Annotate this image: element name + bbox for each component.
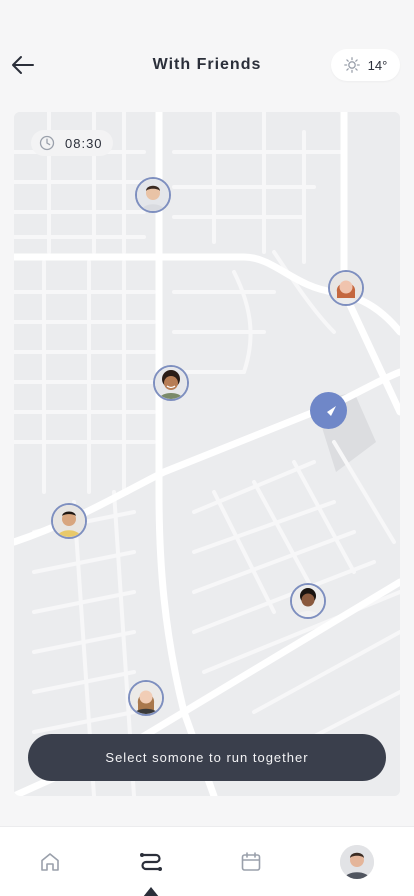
friend-marker[interactable] <box>328 270 364 306</box>
home-icon <box>41 853 59 871</box>
calendar-icon <box>241 852 261 871</box>
friend-marker[interactable] <box>153 365 189 401</box>
weather-badge: 14° <box>331 49 400 81</box>
time-label: 08:30 <box>65 135 103 151</box>
navigation-arrow-icon <box>320 405 336 416</box>
avatar <box>155 367 187 399</box>
clock-icon <box>39 135 55 151</box>
friend-marker[interactable] <box>290 583 326 619</box>
avatar <box>137 179 169 211</box>
friend-marker[interactable] <box>135 177 171 213</box>
header: With Friends 14° <box>0 0 414 112</box>
temperature-label: 14° <box>367 57 388 73</box>
sun-icon <box>343 57 360 73</box>
nav-profile-avatar[interactable] <box>340 845 374 879</box>
avatar <box>130 682 162 714</box>
avatar <box>292 585 324 617</box>
profile-avatar <box>340 845 374 879</box>
app-screen: With Friends 14° 08:30 Select somone to … <box>0 0 414 896</box>
time-badge: 08:30 <box>31 130 113 156</box>
avatar <box>330 272 362 304</box>
street-map <box>14 112 400 796</box>
nav-route[interactable] <box>136 847 166 877</box>
nav-home[interactable] <box>35 847 65 877</box>
route-icon <box>140 853 162 871</box>
map-view[interactable]: 08:30 <box>14 112 400 796</box>
bottom-nav <box>0 826 414 896</box>
nav-calendar[interactable] <box>236 847 266 877</box>
friend-marker[interactable] <box>128 680 164 716</box>
active-tab-indicator <box>143 887 159 896</box>
select-friend-button[interactable]: Select somone to run together <box>28 734 386 781</box>
friend-marker[interactable] <box>51 503 87 539</box>
my-location-marker <box>310 392 347 429</box>
avatar <box>53 505 85 537</box>
